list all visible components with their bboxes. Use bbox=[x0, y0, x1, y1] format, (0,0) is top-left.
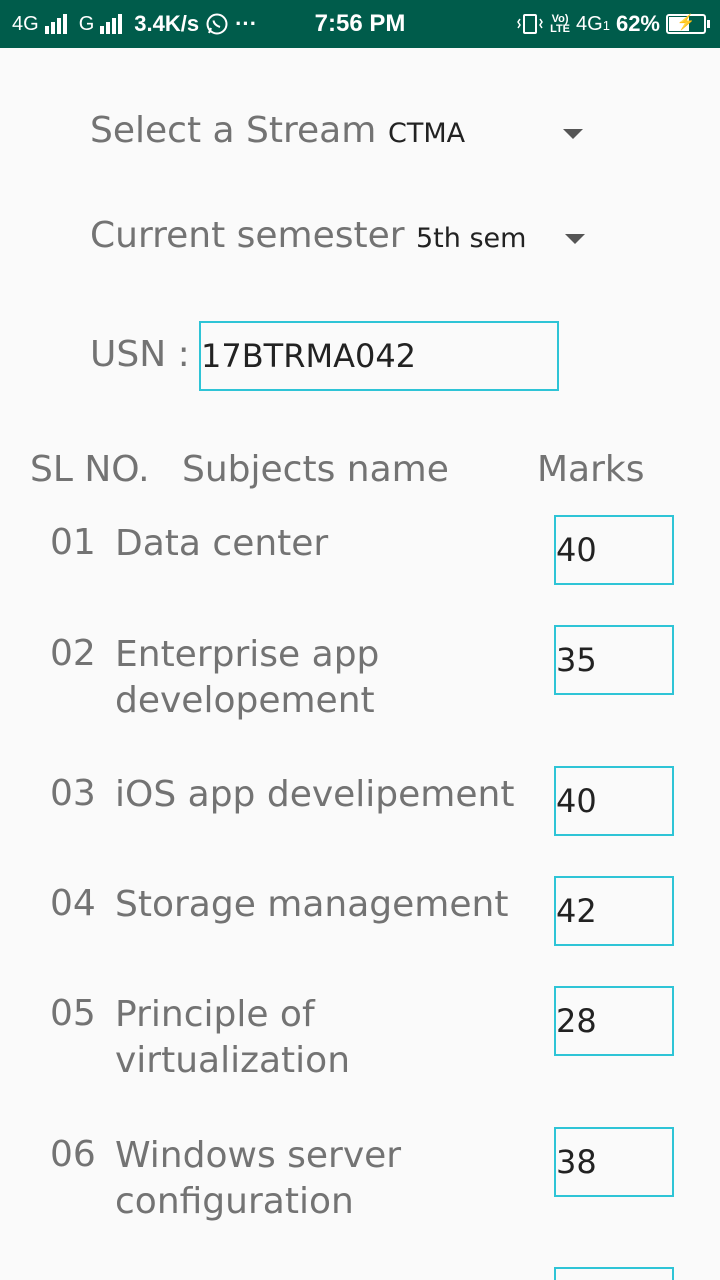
marks-input[interactable]: 38 bbox=[554, 1127, 674, 1197]
stream-dropdown-arrow-icon[interactable] bbox=[563, 129, 583, 139]
row-sl-number: 02 bbox=[50, 633, 96, 674]
semester-dropdown-arrow-icon[interactable] bbox=[565, 234, 585, 244]
row-sl-number: 03 bbox=[50, 773, 96, 814]
vibrate-icon bbox=[517, 14, 543, 34]
marks-input[interactable]: 28 bbox=[554, 986, 674, 1056]
status-bar: 4G G 3.4K/s ··· 7:56 PM Vo) LTE 4G1 62% … bbox=[0, 0, 720, 48]
marks-header: Marks bbox=[537, 449, 645, 490]
row-subject-name: Storage management bbox=[115, 884, 509, 925]
whatsapp-icon bbox=[206, 13, 228, 35]
battery-icon: ⚡ bbox=[666, 14, 706, 34]
row-sl-number: 05 bbox=[50, 993, 96, 1034]
marks-input[interactable]: 40 bbox=[554, 515, 674, 585]
signal-strength-icon bbox=[44, 14, 67, 34]
row-subject-name: Data center bbox=[115, 523, 329, 564]
marks-input[interactable] bbox=[554, 1267, 674, 1280]
usn-input[interactable]: 17BTRMA042 bbox=[199, 321, 559, 391]
row-subject-name: Windows server configuration bbox=[115, 1135, 402, 1222]
network-type-2: G bbox=[78, 12, 95, 35]
sl-no-header: SL NO. bbox=[30, 449, 150, 490]
marks-input[interactable]: 35 bbox=[554, 625, 674, 695]
battery-tip bbox=[707, 20, 710, 28]
network-type-1: 4G bbox=[12, 12, 39, 35]
row-sl-number: 04 bbox=[50, 883, 96, 924]
semester-label: Current semester bbox=[90, 215, 405, 256]
subjects-name-header: Subjects name bbox=[182, 449, 449, 490]
marks-input[interactable]: 40 bbox=[554, 766, 674, 836]
row-subject-name: Principle of virtualization bbox=[115, 994, 351, 1081]
marks-input[interactable]: 42 bbox=[554, 876, 674, 946]
network-speed: 3.4K/s bbox=[134, 11, 200, 36]
clock: 7:56 PM bbox=[314, 10, 406, 37]
network-type-3: 4G1 bbox=[576, 12, 610, 35]
semester-dropdown-value[interactable]: 5th sem bbox=[416, 223, 526, 254]
usn-label: USN : bbox=[90, 334, 190, 375]
volte-indicator: Vo) LTE bbox=[550, 13, 571, 35]
row-subject-name: iOS app develipement bbox=[115, 774, 515, 815]
stream-dropdown-value[interactable]: CTMA bbox=[388, 118, 465, 149]
row-subject-name: Enterprise app developement bbox=[115, 634, 380, 721]
row-sl-number: 06 bbox=[50, 1134, 96, 1175]
more-notifications-icon: ··· bbox=[235, 11, 258, 36]
stream-label: Select a Stream bbox=[90, 110, 377, 151]
signal-strength-icon bbox=[100, 14, 123, 34]
battery-percent: 62% bbox=[615, 11, 660, 36]
row-sl-number: 01 bbox=[50, 522, 96, 563]
